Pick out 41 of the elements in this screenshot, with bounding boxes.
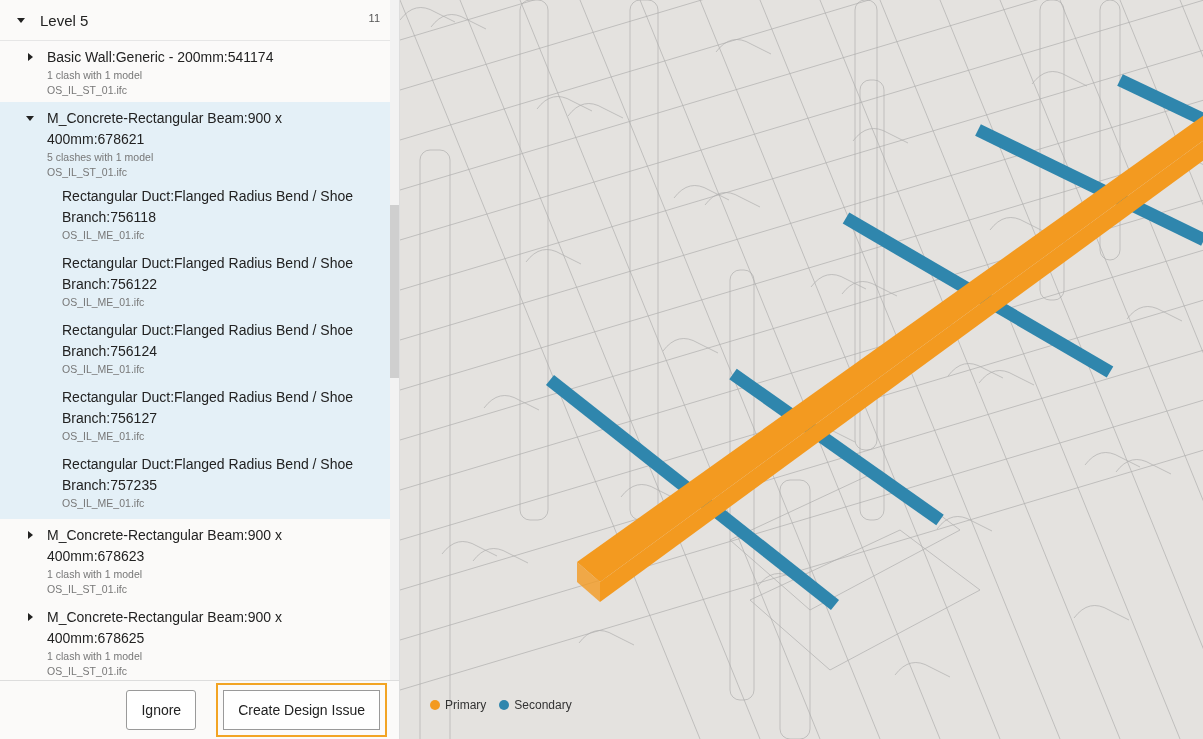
- element-name: Rectangular Duct:Flanged Radius Bend / Shoe Branch:756122: [62, 254, 355, 294]
- file-name: OS_IL_ME_01.ifc: [62, 429, 146, 444]
- file-name: OS_IL_ST_01.ifc: [47, 664, 128, 679]
- model-viewport[interactable]: Primary Secondary: [400, 0, 1203, 739]
- action-button[interactable]: Create Design Issue: [216, 683, 387, 737]
- file-name: OS_IL_ST_01.ifc: [47, 582, 128, 597]
- clash-summary: 1 clash with 1 model: [47, 649, 144, 664]
- legend-label: Primary: [445, 698, 487, 712]
- clash-item[interactable]: [0, 102, 390, 519]
- file-name: OS_IL_ME_01.ifc: [62, 228, 146, 243]
- element-name: Basic Wall:Generic - 200mm:541174: [47, 48, 275, 67]
- file-name: OS_IL_ME_01.ifc: [62, 295, 146, 310]
- element-name: Rectangular Duct:Flanged Radius Bend / Shoe Branch:756127: [62, 388, 355, 428]
- file-name: OS_IL_ST_01.ifc: [47, 165, 128, 180]
- caret-icon[interactable]: [25, 113, 35, 123]
- element-name: M_Concrete-Rectangular Beam:900 x 400mm:678621: [47, 109, 283, 149]
- element-name: Rectangular Duct:Flanged Radius Bend / Shoe Branch:756118: [62, 187, 355, 227]
- scrollbar[interactable]: [390, 0, 399, 680]
- caret-icon[interactable]: [25, 52, 35, 62]
- caret-icon[interactable]: [25, 530, 35, 540]
- clash-item[interactable]: M_Concrete-Rectangular Beam:900 x 400mm:678625 1 clash with 1 model OS_IL_ST_01.ifc: [0, 601, 390, 680]
- action-button[interactable]: Ignore: [126, 690, 197, 730]
- clash-summary: 1 clash with 1 model: [47, 68, 144, 83]
- element-name: M_Concrete-Rectangular Beam:900 x 400mm:678625: [47, 608, 283, 648]
- file-name: OS_IL_ST_01.ifc: [47, 83, 128, 98]
- caret-icon[interactable]: [16, 15, 26, 25]
- clash-item[interactable]: M_Concrete-Rectangular Beam:900 x 400mm:678623 1 clash with 1 model OS_IL_ST_01.ifc: [0, 519, 390, 601]
- element-name: Rectangular Duct:Flanged Radius Bend / Shoe Branch:757235: [62, 455, 355, 495]
- legend-label: Secondary: [514, 698, 572, 712]
- clash-item[interactable]: Basic Wall:Generic - 200mm:541174 1 clash with 1 model OS_IL_ST_01.ifc: [0, 41, 390, 102]
- clash-summary: 1 clash with 1 model: [47, 567, 144, 582]
- clash-count: 11: [368, 12, 380, 24]
- element-name: M_Concrete-Rectangular Beam:900 x 400mm:678623: [47, 526, 283, 566]
- clash-summary: 5 clashes with 1 model: [47, 150, 155, 165]
- group-header[interactable]: Level 5 11: [0, 0, 390, 41]
- group-label: Level 5: [40, 11, 90, 29]
- file-name: OS_IL_ME_01.ifc: [62, 362, 146, 377]
- caret-icon[interactable]: [25, 612, 35, 622]
- scrollbar-thumb[interactable]: [390, 205, 399, 378]
- file-name: OS_IL_ME_01.ifc: [62, 496, 146, 511]
- element-name: Rectangular Duct:Flanged Radius Bend / Shoe Branch:756124: [62, 321, 355, 361]
